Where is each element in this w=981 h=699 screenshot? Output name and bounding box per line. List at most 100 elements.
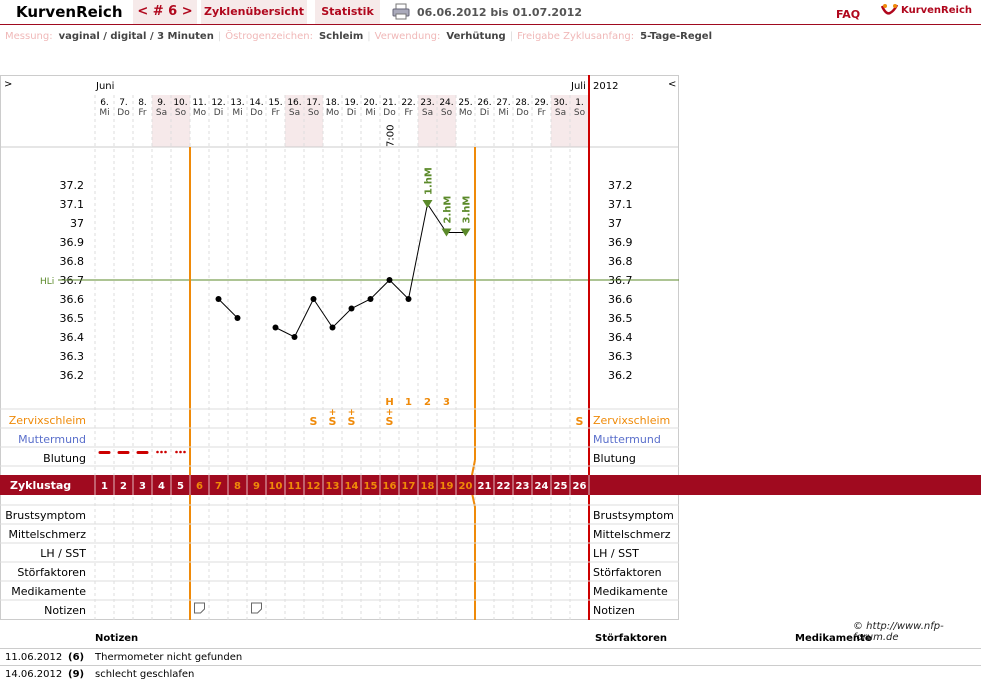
mucus-plus: + xyxy=(329,408,337,418)
y-tick-label: 36.3 xyxy=(60,350,85,363)
y-tick-label-right: 36.3 xyxy=(608,350,633,363)
bleeding-heavy-mark xyxy=(117,451,130,454)
day-weekday: Mi xyxy=(99,108,109,118)
y-tick-label-right: 36.5 xyxy=(608,312,633,325)
note-cycle-day: (6) xyxy=(68,652,85,663)
mucus-mark: S xyxy=(310,415,318,428)
day-weekday: Sa xyxy=(555,108,566,118)
brand-logo-icon xyxy=(881,4,899,15)
day-date: 27. xyxy=(496,98,510,108)
faq-link[interactable]: FAQ xyxy=(836,8,860,21)
cycle-day-number: 21 xyxy=(478,481,492,492)
high-temp-marker xyxy=(422,200,433,208)
cycle-day-number: 4 xyxy=(158,481,165,492)
row-label-right: Störfaktoren xyxy=(593,566,662,579)
note-date: 14.06.2012 xyxy=(5,669,63,680)
medication-header: Medikamente xyxy=(795,633,872,644)
next-cycle-button[interactable]: > xyxy=(182,4,193,19)
day-weekday: Fr xyxy=(271,108,280,118)
chart-prev-button[interactable]: > xyxy=(4,79,12,90)
bleeding-light-mark xyxy=(175,450,178,454)
notes-header: Notizen xyxy=(95,633,139,644)
temperature-point xyxy=(386,277,393,283)
y-tick-label: 36.2 xyxy=(60,369,85,382)
day-date: 21. xyxy=(382,98,396,108)
y-tick-label-right: 37 xyxy=(608,217,622,230)
day-date: 10. xyxy=(173,98,187,108)
note-icon[interactable] xyxy=(251,602,262,614)
brand-name: KurvenReich xyxy=(901,5,973,16)
day-weekday: Mi xyxy=(365,108,375,118)
cycle-day-number: 22 xyxy=(497,481,511,492)
cycle-day-number: 6 xyxy=(196,481,203,492)
separator: | xyxy=(217,31,222,42)
day-weekday: Do xyxy=(516,108,529,118)
day-weekday: Di xyxy=(214,108,223,118)
info-value: 5-Tage-Regel xyxy=(640,31,713,42)
evaluation-label: 3 xyxy=(443,397,450,408)
tab-cycle-overview[interactable]: Zyklenübersicht xyxy=(201,0,307,24)
copyright: © http://www.nfp-forum.de xyxy=(853,621,944,643)
row-label: Notizen xyxy=(44,604,86,617)
y-tick-label-right: 36.2 xyxy=(608,369,633,382)
day-date: 23. xyxy=(420,98,434,108)
row-label-right: Muttermund xyxy=(593,433,661,446)
bleeding-heavy-mark xyxy=(136,451,149,454)
tab-statistics[interactable]: Statistik xyxy=(315,0,380,24)
day-date: 16. xyxy=(287,98,301,108)
cycle-day-number: 2 xyxy=(120,481,127,492)
day-weekday: Do xyxy=(250,108,263,118)
cycle-day-label: Zyklustag xyxy=(10,479,71,492)
bleeding-light-mark xyxy=(164,450,167,454)
y-tick-label: 37 xyxy=(70,217,84,230)
day-weekday: Do xyxy=(383,108,396,118)
day-weekday: So xyxy=(574,108,586,118)
day-date: 18. xyxy=(325,98,339,108)
cycle-day-number: 8 xyxy=(234,481,241,492)
row-label: Störfaktoren xyxy=(17,566,86,579)
info-value: Schleim xyxy=(318,31,364,42)
mucus-plus: + xyxy=(348,408,356,418)
note-row: 11.06.2012 (6) Thermometer nicht gefunde… xyxy=(0,648,981,665)
cycle-number: # 6 xyxy=(152,4,178,19)
prev-cycle-button[interactable]: < xyxy=(137,4,148,19)
disturbance-header: Störfaktoren xyxy=(595,633,668,644)
row-label-right: Brustsymptom xyxy=(593,509,674,522)
y-tick-label-right: 36.4 xyxy=(608,331,633,344)
day-weekday: Di xyxy=(480,108,489,118)
y-tick-label-right: 37.2 xyxy=(608,179,633,192)
day-date: 7. xyxy=(119,98,128,108)
cycle-day-number: 15 xyxy=(364,481,378,492)
cycle-day-number: 3 xyxy=(139,481,146,492)
cycle-navigator: < # 6 > xyxy=(133,0,197,24)
chart-next-button[interactable]: < xyxy=(668,79,676,90)
measure-time: 7:00 xyxy=(386,125,397,147)
bleeding-light-mark xyxy=(183,450,186,454)
y-tick-label-right: 36.8 xyxy=(608,255,633,268)
cycle-day-number: 24 xyxy=(535,481,549,492)
day-weekday: Sa xyxy=(156,108,167,118)
temperature-point xyxy=(215,296,222,302)
temperature-point xyxy=(234,315,241,321)
row-label: Medikamente xyxy=(11,585,86,598)
temperature-point xyxy=(291,334,298,340)
cycle-day-number: 11 xyxy=(288,481,302,492)
row-label: Brustsymptom xyxy=(5,509,86,522)
day-weekday: Fr xyxy=(138,108,147,118)
print-icon[interactable] xyxy=(392,3,410,20)
evaluation-label: H xyxy=(385,397,393,408)
temperature-point xyxy=(310,296,317,302)
app-logo[interactable]: KurvenReich xyxy=(0,0,130,24)
cycle-day-number: 14 xyxy=(345,481,359,492)
bleeding-heavy-mark xyxy=(98,451,111,454)
day-weekday: Do xyxy=(117,108,130,118)
high-temp-label: 3.hM xyxy=(462,196,473,224)
cycle-chart: > <Juni Juli 20126.Mi7.Do8.Fr9.Sa10.So11.Mo… xyxy=(0,75,981,620)
note-text: Thermometer nicht gefunden xyxy=(95,652,243,663)
day-weekday: Fr xyxy=(404,108,413,118)
day-weekday: Mo xyxy=(193,108,207,118)
note-icon[interactable] xyxy=(194,602,205,614)
bleeding-light-mark xyxy=(179,450,182,454)
day-date: 25. xyxy=(458,98,472,108)
day-date: 14. xyxy=(249,98,263,108)
